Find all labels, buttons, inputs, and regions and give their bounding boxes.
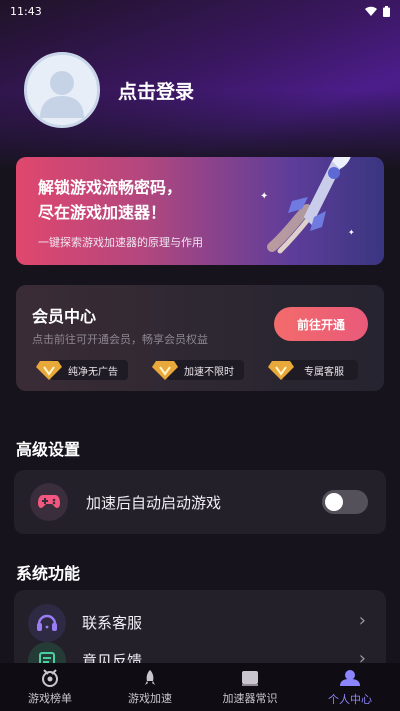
headset-icon bbox=[28, 604, 66, 642]
perk-item: 纯净无广告 bbox=[36, 359, 128, 381]
system-functions-title: 系统功能 bbox=[16, 564, 81, 583]
status-time: 11:43 bbox=[10, 4, 42, 18]
login-link[interactable]: 点击登录 bbox=[118, 77, 194, 104]
advanced-settings-title: 高级设置 bbox=[16, 440, 81, 459]
toggle-knob bbox=[325, 493, 343, 511]
default-avatar-icon bbox=[40, 71, 84, 118]
ranking-icon bbox=[42, 668, 58, 687]
rocket-icon bbox=[145, 669, 155, 685]
status-bar: 11:43 bbox=[0, 0, 400, 22]
wifi-icon bbox=[365, 6, 377, 16]
auto-launch-label: 加速后自动启动游戏 bbox=[86, 494, 222, 512]
book-icon bbox=[242, 670, 258, 686]
svg-text:✦: ✦ bbox=[348, 228, 355, 237]
tab-game-boost[interactable]: 游戏加速 bbox=[100, 663, 200, 711]
profile-header[interactable]: 点击登录 bbox=[24, 52, 194, 128]
tab-game-ranking[interactable]: 游戏榜单 bbox=[0, 663, 100, 711]
tab-booster-knowledge[interactable]: 加速器常识 bbox=[200, 663, 300, 711]
diamond-icon bbox=[152, 361, 178, 380]
vip-center-card: 会员中心 点击前往可开通会员，畅享会员权益 前往开通 纯净无广告 加速不限时 专… bbox=[16, 285, 384, 391]
diamond-icon bbox=[268, 361, 294, 380]
contact-support-label: 联系客服 bbox=[82, 614, 143, 632]
open-vip-button[interactable]: 前往开通 bbox=[274, 307, 368, 341]
profile-icon bbox=[340, 669, 360, 686]
perk-item: 专属客服 bbox=[268, 359, 358, 381]
svg-text:✦: ✦ bbox=[260, 191, 268, 202]
gamepad-icon bbox=[30, 483, 68, 521]
auto-launch-row[interactable]: 加速后自动启动游戏 bbox=[14, 470, 386, 534]
diamond-icon bbox=[36, 361, 62, 380]
chevron-right-icon: › bbox=[358, 610, 366, 631]
perk-item: 加速不限时 bbox=[152, 359, 244, 381]
promo-banner[interactable]: 解锁游戏流畅密码， 尽在游戏加速器！ 一键探索游戏加速器的原理与作用 ✦ ✦ bbox=[16, 157, 384, 265]
banner-subtitle: 一键探索游戏加速器的原理与作用 bbox=[38, 236, 203, 249]
rocket-illustration: ✦ ✦ bbox=[260, 157, 355, 254]
auto-launch-toggle[interactable] bbox=[322, 490, 368, 514]
banner-title: 解锁游戏流畅密码， 尽在游戏加速器！ bbox=[38, 178, 183, 222]
bottom-tab-bar: 游戏榜单 游戏加速 加速器常识 个人中心 bbox=[0, 663, 400, 711]
vip-subtitle: 点击前往可开通会员，畅享会员权益 bbox=[32, 333, 208, 346]
avatar[interactable] bbox=[24, 52, 100, 128]
tab-profile[interactable]: 个人中心 bbox=[300, 663, 400, 711]
battery-icon bbox=[383, 5, 390, 17]
vip-title: 会员中心 bbox=[32, 307, 97, 326]
